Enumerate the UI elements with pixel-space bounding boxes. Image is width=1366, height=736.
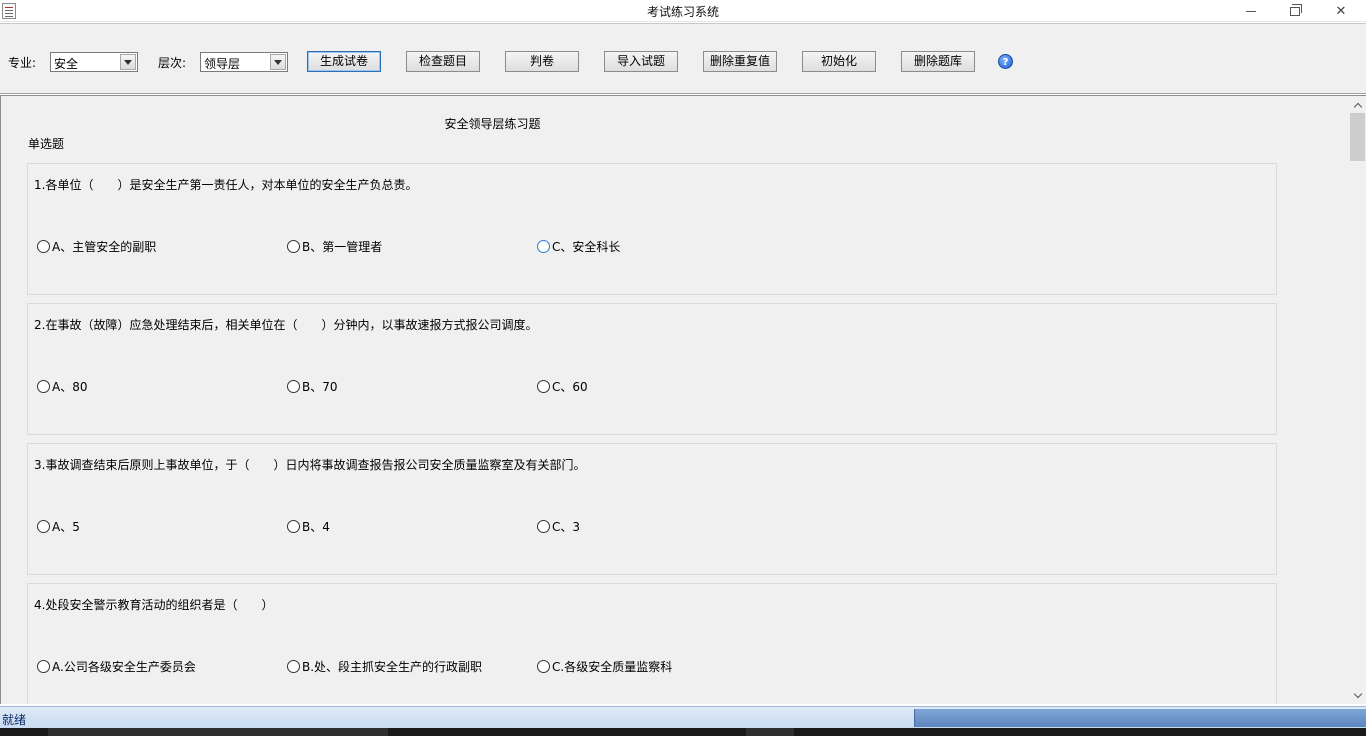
chevron-down-icon[interactable] (120, 54, 136, 70)
level-select-value: 领导层 (204, 57, 241, 71)
option-radio[interactable]: C、3 (537, 518, 580, 535)
major-select-value: 安全 (54, 57, 79, 71)
level-label: 层次: (158, 56, 187, 70)
section-title: 单选题 (28, 137, 65, 151)
option-radio[interactable]: C.各级安全质量监察科 (537, 658, 672, 675)
window-title: 考试练习系统 (646, 5, 719, 19)
option-label: A、主管安全的副职 (52, 240, 157, 254)
check-questions-button[interactable]: 检查题目 (406, 51, 480, 72)
option-label: A.公司各级安全生产委员会 (52, 660, 196, 674)
delete-bank-button[interactable]: 删除题库 (901, 51, 975, 72)
major-select[interactable]: 安全 (50, 52, 138, 72)
radio-icon[interactable] (537, 240, 550, 253)
import-questions-button[interactable]: 导入试题 (604, 51, 678, 72)
generate-paper-button[interactable]: 生成试卷 (307, 51, 381, 72)
close-button[interactable]: ✕ (1318, 0, 1364, 22)
chevron-down-icon[interactable] (270, 54, 286, 70)
radio-icon[interactable] (37, 240, 50, 253)
title-bar: 考试练习系统 ✕ (0, 0, 1366, 22)
radio-icon[interactable] (537, 520, 550, 533)
option-label: A、5 (52, 520, 80, 534)
paper-title: 安全领导层练习题 (444, 117, 541, 131)
option-label: B.处、段主抓安全生产的行政副职 (302, 660, 483, 674)
minimize-button[interactable] (1228, 0, 1274, 22)
question-text: 3.事故调查结束后原则上事故单位，于（ ）日内将事故调查报告报公司安全质量监察室… (34, 458, 586, 472)
toolbar: 专业: 安全 层次: 领导层 生成试卷 检查题目 判卷 导入试题 删除重复值 初… (0, 23, 1366, 94)
question-card: 2.在事故（故障）应急处理结束后，相关单位在（ ）分钟内，以事故速报方式报公司调… (27, 303, 1277, 435)
status-bar: 就绪 (0, 706, 1366, 728)
delete-duplicates-button[interactable]: 删除重复值 (703, 51, 777, 72)
question-card: 1.各单位（ ）是安全生产第一责任人，对本单位的安全生产负总责。 A、主管安全的… (27, 163, 1277, 295)
option-radio[interactable]: A、5 (37, 518, 80, 535)
exam-paper-area[interactable]: 安全领导层练习题 单选题 1.各单位（ ）是安全生产第一责任人，对本单位的安全生… (0, 95, 1366, 704)
option-radio[interactable]: C、60 (537, 378, 588, 395)
scrollbar-thumb[interactable] (1350, 113, 1365, 161)
radio-icon[interactable] (537, 660, 550, 673)
option-radio[interactable]: C、安全科长 (537, 238, 620, 255)
radio-icon[interactable] (37, 660, 50, 673)
taskbar-item[interactable] (746, 728, 794, 736)
level-select[interactable]: 领导层 (200, 52, 288, 72)
option-label: C.各级安全质量监察科 (552, 660, 673, 674)
help-icon[interactable]: ? (998, 54, 1013, 69)
option-radio[interactable]: B、70 (287, 378, 338, 395)
option-label: B、4 (302, 520, 330, 534)
radio-icon[interactable] (287, 520, 300, 533)
status-progress-bar (914, 709, 1366, 727)
option-label: C、3 (552, 520, 581, 534)
scroll-down-icon[interactable] (1349, 687, 1366, 704)
question-text: 2.在事故（故障）应急处理结束后，相关单位在（ ）分钟内，以事故速报方式报公司调… (34, 318, 538, 332)
option-radio[interactable]: B、第一管理者 (287, 238, 382, 255)
option-radio[interactable]: A、主管安全的副职 (37, 238, 156, 255)
scroll-up-icon[interactable] (1349, 96, 1366, 113)
question-card: 3.事故调查结束后原则上事故单位，于（ ）日内将事故调查报告报公司安全质量监察室… (27, 443, 1277, 575)
radio-icon[interactable] (287, 380, 300, 393)
minimize-icon (1246, 10, 1256, 12)
option-radio[interactable]: B.处、段主抓安全生产的行政副职 (287, 658, 482, 675)
taskbar (0, 728, 1366, 736)
radio-icon[interactable] (37, 520, 50, 533)
grade-paper-button[interactable]: 判卷 (505, 51, 579, 72)
restore-button[interactable] (1272, 0, 1318, 22)
option-label: C、安全科长 (552, 240, 621, 254)
question-text: 1.各单位（ ）是安全生产第一责任人，对本单位的安全生产负总责。 (34, 178, 418, 192)
radio-icon[interactable] (37, 380, 50, 393)
option-radio[interactable]: A、80 (37, 378, 87, 395)
major-label: 专业: (8, 56, 37, 70)
option-label: C、60 (552, 380, 588, 394)
close-icon: ✕ (1335, 3, 1347, 19)
radio-icon[interactable] (287, 240, 300, 253)
option-label: B、70 (302, 380, 338, 394)
option-label: A、80 (52, 380, 88, 394)
option-radio[interactable]: B、4 (287, 518, 330, 535)
radio-icon[interactable] (287, 660, 300, 673)
question-card: 4.处段安全警示教育活动的组织者是（ ） A.公司各级安全生产委员会 B.处、段… (27, 583, 1277, 704)
taskbar-item[interactable] (48, 728, 388, 736)
question-text: 4.处段安全警示教育活动的组织者是（ ） (34, 598, 274, 612)
restore-icon (1290, 3, 1302, 16)
status-text: 就绪 (2, 713, 27, 727)
option-label: B、第一管理者 (302, 240, 383, 254)
initialize-button[interactable]: 初始化 (802, 51, 876, 72)
vertical-scrollbar[interactable] (1349, 96, 1366, 704)
option-radio[interactable]: A.公司各级安全生产委员会 (37, 658, 196, 675)
radio-icon[interactable] (537, 380, 550, 393)
